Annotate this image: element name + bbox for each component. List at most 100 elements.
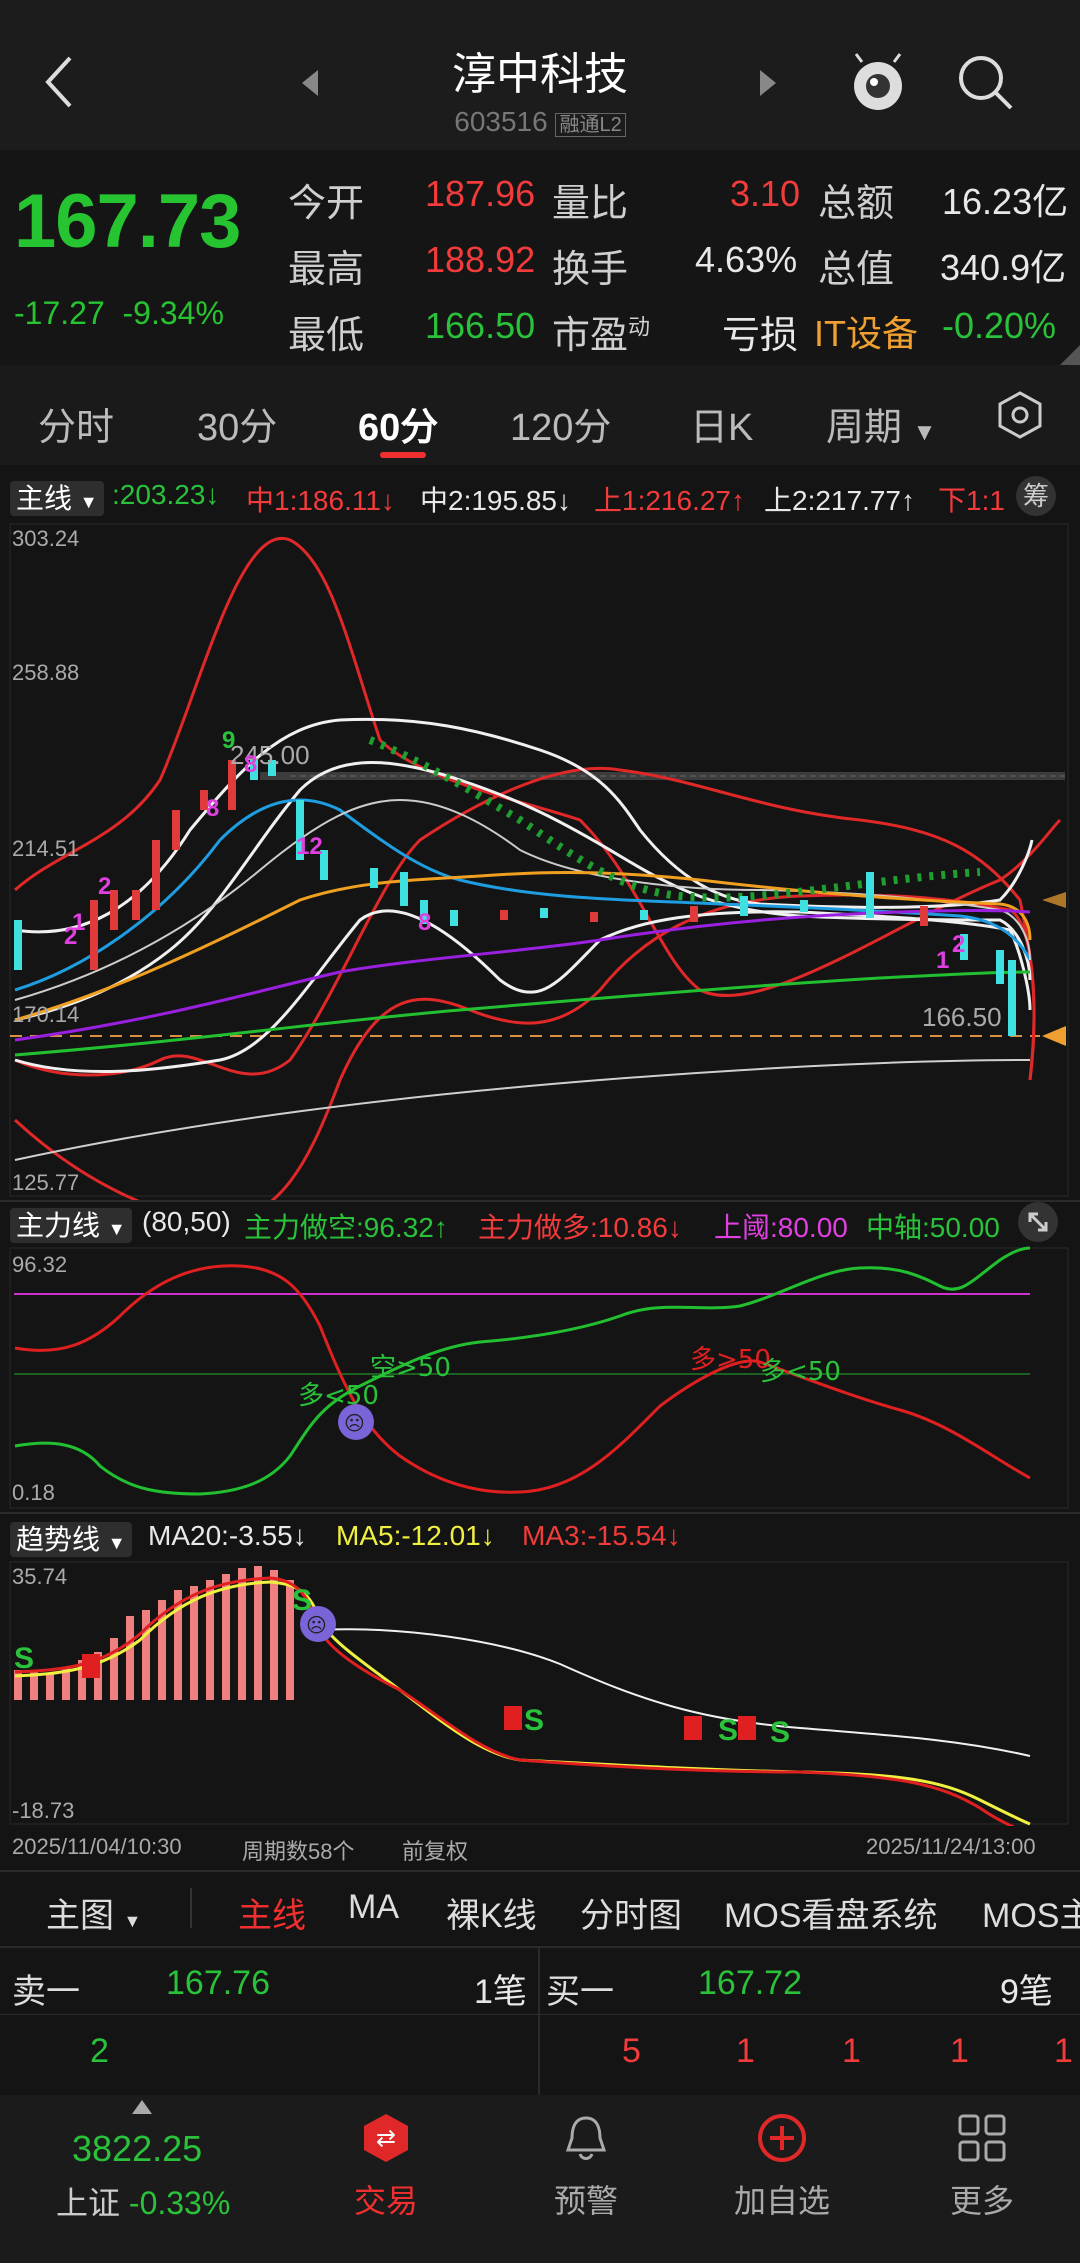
note-long-lt50-2: 多<50: [760, 1357, 841, 1387]
sell-marker-5: S: [770, 1716, 790, 1749]
force-y-top: 96.32: [12, 1252, 67, 1277]
force-params: (80,50): [142, 1206, 231, 1237]
trend-y-top: 35.74: [12, 1564, 67, 1589]
trend-y-bot: -18.73: [12, 1798, 74, 1823]
signal-9: 9: [222, 727, 235, 754]
note-long-gt50: 多>50: [690, 1345, 771, 1375]
y-label-3: 170.14: [12, 1002, 79, 1027]
signal-8b: 8: [206, 795, 219, 822]
sector-label[interactable]: IT设备: [814, 305, 918, 357]
signal-2c: 2: [952, 931, 965, 958]
force-mid: 中轴:50.00: [866, 1212, 1000, 1243]
y-label-2: 214.51: [12, 836, 79, 861]
main-line-value: :203.23↓: [112, 479, 220, 510]
tab-30min[interactable]: 30分: [197, 396, 277, 451]
trend-ma5: MA5:-12.01↓: [336, 1520, 495, 1551]
robot-assistant-icon[interactable]: [846, 50, 910, 119]
stock-title: 淳中科技: [452, 50, 628, 99]
sell1-label: 卖一: [12, 1973, 80, 2011]
price-change: -17.27 -9.34%: [14, 295, 224, 331]
margin-badges: 融通L2: [555, 113, 626, 137]
up1-value: 上1:216.27↑: [594, 485, 745, 516]
low-mark: 166.50: [922, 1002, 1002, 1032]
tab-daily[interactable]: 日K: [690, 396, 753, 451]
signal-8a: 8: [244, 751, 257, 778]
low-value: 166.50: [425, 305, 536, 346]
volume-ratio-value: 3.10: [730, 173, 801, 214]
buy-qty-0: 5: [622, 2032, 641, 2070]
axis-start: 2025/11/04/10:30: [12, 1834, 182, 1859]
trend-ma20: MA20:-3.55↓: [148, 1520, 307, 1551]
turnover-rate-label: 换手: [552, 249, 629, 291]
trend-ma3: MA3:-15.54↓: [522, 1520, 681, 1551]
note-short-gt50: 空>50: [370, 1353, 451, 1383]
overlay-main-line[interactable]: 主线: [238, 1888, 306, 1937]
y-label-0: 303.24: [12, 526, 79, 551]
nav-alert[interactable]: 预警: [506, 2176, 666, 2222]
market-cap-value: 340.9亿: [940, 247, 1067, 288]
svg-text:⇄: ⇄: [376, 2124, 396, 2152]
turnover-amount-label: 总额: [818, 183, 895, 225]
open-value: 187.96: [425, 173, 536, 214]
trend-chart[interactable]: ☹ S S S S S 35.74 -18.73: [0, 1560, 1080, 1826]
last-price: 167.73: [14, 179, 241, 264]
mid2-value: 中2:195.85↓: [420, 485, 571, 516]
pe-value: 亏损: [722, 315, 799, 357]
trade-icon[interactable]: ⇄: [360, 2112, 412, 2169]
settings-hexagon-icon[interactable]: [996, 390, 1044, 445]
buy-marker-2: [504, 1706, 522, 1730]
tab-60min[interactable]: 60分: [358, 396, 438, 451]
index-info[interactable]: 上证 -0.33%: [56, 2178, 230, 2224]
stock-code: 603516 融通L2: [340, 106, 740, 138]
index-value[interactable]: 3822.25: [72, 2128, 202, 2170]
face-icon-2: ☹: [306, 1615, 327, 1637]
nav-add-watchlist[interactable]: 加自选: [702, 2176, 862, 2222]
force-chart[interactable]: ☹ 空>50 多<50 多>50 多<50 96.32 0.18: [0, 1246, 1080, 1510]
overlay-mos-main[interactable]: MOS主: [982, 1888, 1080, 1937]
trend-indicator-selector[interactable]: 趋势线 ▼: [10, 1518, 132, 1558]
buy-qty-3: 1: [950, 2032, 969, 2070]
signal-1a: 1: [72, 909, 85, 936]
chip-distribution-button[interactable]: 筹: [1016, 476, 1056, 516]
volume-ratio-label: 量比: [552, 183, 629, 225]
force-short: 主力做空:96.32↑: [244, 1212, 448, 1243]
main-chart-dropdown[interactable]: 主图 ▼: [46, 1888, 141, 1937]
next-stock-icon[interactable]: [756, 68, 780, 103]
y-label-4: 125.77: [12, 1170, 79, 1195]
tab-period[interactable]: 周期 ▼: [826, 396, 936, 451]
overlay-intraday[interactable]: 分时图: [580, 1888, 682, 1937]
add-watchlist-icon[interactable]: [756, 2112, 808, 2169]
overlay-bare-k[interactable]: 裸K线: [446, 1888, 537, 1937]
divider: [190, 1888, 192, 1928]
turnover-rate-value: 4.63%: [695, 239, 798, 280]
prev-stock-icon[interactable]: [298, 68, 322, 103]
low-label: 最低: [288, 315, 365, 357]
nav-trade[interactable]: 交易: [306, 2176, 466, 2222]
kline-chart[interactable]: 303.24 258.88 214.51 170.14 125.77 245.0…: [0, 520, 1080, 1200]
axis-count: 周期数58个: [242, 1839, 355, 1864]
nav-more[interactable]: 更多: [902, 2176, 1062, 2222]
overlay-mos-system[interactable]: MOS看盘系统: [724, 1888, 937, 1937]
axis-adjust[interactable]: 前复权: [402, 1834, 468, 1866]
force-indicator-selector[interactable]: 主力线 ▼: [10, 1204, 132, 1244]
buy-marker-1: [82, 1654, 100, 1678]
y-label-1: 258.88: [12, 660, 79, 685]
tab-120min[interactable]: 120分: [510, 396, 611, 451]
signal-8c: 8: [418, 909, 431, 936]
sell-marker-1: S: [14, 1642, 34, 1675]
expand-up-icon[interactable]: [132, 2100, 152, 2119]
tab-intraday[interactable]: 分时: [38, 396, 114, 451]
signal-1b: 1: [936, 947, 949, 974]
grid-more-icon[interactable]: [956, 2112, 1008, 2169]
search-icon[interactable]: [955, 52, 1015, 117]
main-indicator-selector[interactable]: 主线 ▼: [10, 477, 104, 517]
high-value: 188.92: [425, 239, 536, 280]
overlay-ma[interactable]: MA: [348, 1888, 399, 1927]
chevron-down-icon: ▼: [912, 419, 937, 446]
sell-marker-3: S: [524, 1704, 544, 1737]
bell-icon[interactable]: [560, 2112, 612, 2169]
turnover-amount-value: 16.23亿: [942, 181, 1069, 222]
expand-panel-icon[interactable]: [1018, 1202, 1058, 1242]
buy-marker-3: [684, 1716, 702, 1740]
back-icon[interactable]: [40, 52, 80, 112]
